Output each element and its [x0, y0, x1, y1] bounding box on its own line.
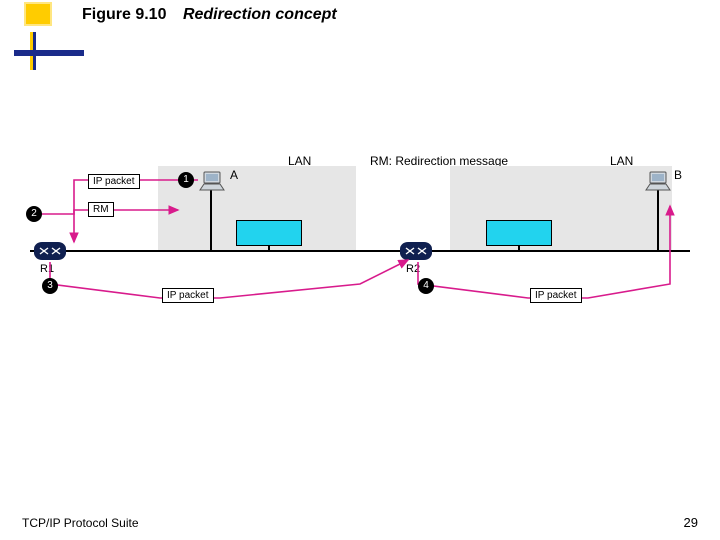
- step-1: 1: [178, 172, 194, 188]
- figure-title: Figure 9.10 Redirection concept: [82, 6, 337, 24]
- tag-ip-packet: IP packet: [530, 288, 582, 303]
- footer-text: TCP/IP Protocol Suite: [22, 516, 139, 530]
- step-2: 2: [26, 206, 42, 222]
- figure-caption: Redirection concept: [183, 6, 337, 23]
- page-number: 29: [684, 515, 698, 530]
- step-3: 3: [42, 278, 58, 294]
- slide-accent: [24, 2, 52, 26]
- tag-ip-packet: IP packet: [162, 288, 214, 303]
- accent-underline: [14, 50, 84, 56]
- tag-ip-packet: IP packet: [88, 174, 140, 189]
- tag-rm: RM: [88, 202, 114, 217]
- step-4: 4: [418, 278, 434, 294]
- figure-number: Figure 9.10: [82, 6, 166, 23]
- diagram-canvas: RM: Redirection message LAN LAN R1 R2 A …: [30, 150, 690, 350]
